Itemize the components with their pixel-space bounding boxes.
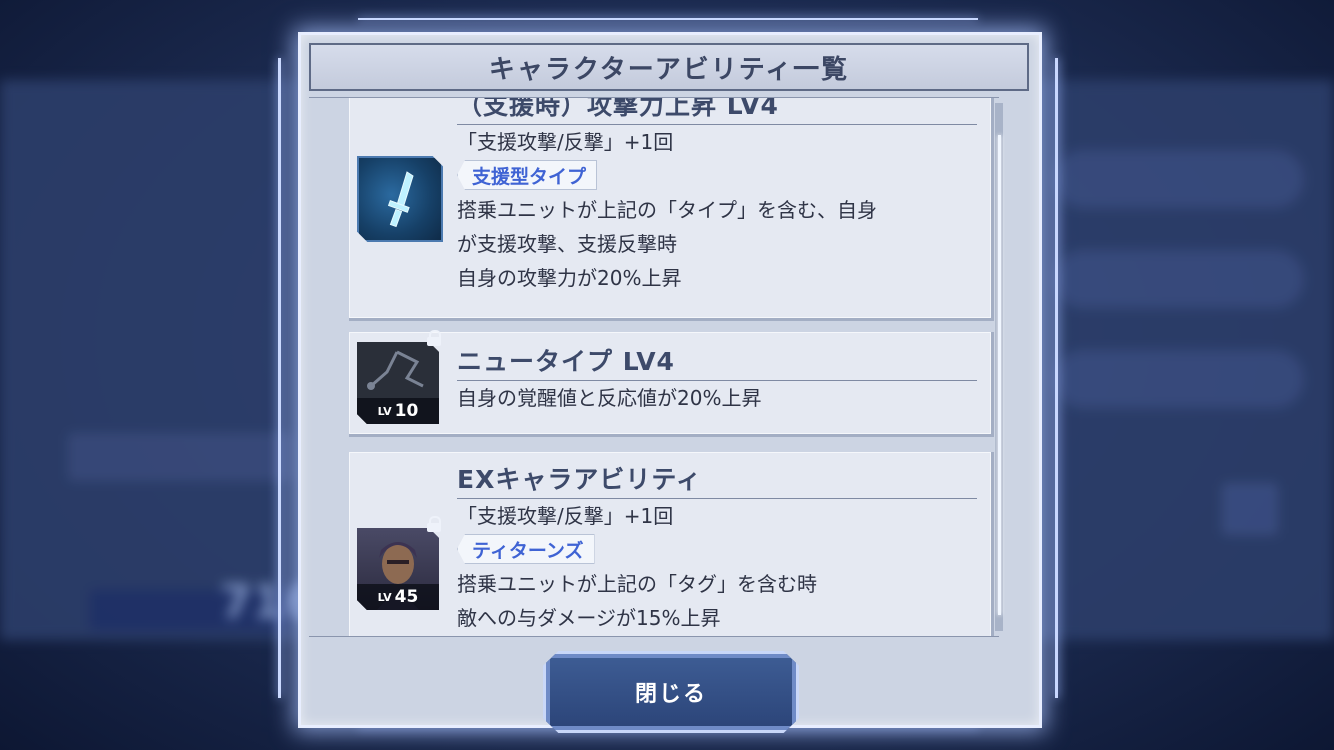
background-right-panel [1034, 80, 1334, 640]
ability-card: （支援時）攻撃力上昇 LV4 「支援攻撃/反撃」+1回 支援型タイプ 搭乗ユニッ… [349, 98, 994, 321]
dialog-title-bar: キャラクターアビリティ一覧 [309, 43, 1029, 91]
background-pill [1054, 150, 1304, 208]
ability-description: 敵への与ダメージが15%上昇 [457, 606, 721, 630]
background-left-panel: 716 [0, 80, 316, 640]
lock-icon [427, 516, 441, 532]
scrollbar-thumb[interactable] [998, 135, 1001, 615]
background-pill [1054, 350, 1304, 408]
unlock-level-badge: LV 10 [357, 398, 439, 424]
ability-description: 自身の攻撃力が20%上昇 [457, 266, 682, 290]
ability-description: 搭乗ユニットが上記の「タグ」を含む時 [457, 572, 817, 596]
ability-effect: 「支援攻撃/反撃」+1回 [457, 504, 674, 528]
ability-description: 搭乗ユニットが上記の「タイプ」を含む、自身 [457, 198, 877, 222]
ability-tag: ティターンズ [457, 534, 595, 564]
ability-tag: 支援型タイプ [457, 160, 598, 190]
ability-card: ニュータイプ LV4 自身の覚醒値と反応値が20%上昇 LV 10 [349, 330, 994, 437]
character-portrait-icon: LV 45 [357, 528, 439, 610]
ability-name: ニュータイプ LV4 [457, 342, 977, 381]
ability-name: （支援時）攻撃力上昇 LV4 [457, 98, 977, 125]
level-value: 10 [394, 401, 419, 421]
ability-effect: 「支援攻撃/反撃」+1回 [457, 130, 674, 154]
background-square [1224, 485, 1276, 533]
newtype-icon: LV 10 [357, 342, 439, 424]
level-prefix: LV [377, 590, 392, 604]
ability-description: 自身の覚醒値と反応値が20%上昇 [457, 386, 762, 410]
ability-list[interactable]: （支援時）攻撃力上昇 LV4 「支援攻撃/反撃」+1回 支援型タイプ 搭乗ユニッ… [309, 97, 999, 637]
background-plate [70, 435, 292, 479]
ability-description: が支援攻撃、支援反撃時 [457, 232, 677, 256]
ability-list-dialog: キャラクターアビリティ一覧 （支援時）攻撃力上昇 LV4 「支援攻撃/反撃」+1… [298, 32, 1042, 733]
lock-icon [427, 330, 441, 346]
ability-name: EXキャラアビリティ [457, 460, 977, 499]
sword-icon [357, 156, 443, 242]
level-value: 45 [394, 587, 419, 607]
close-button[interactable]: 閉じる [543, 651, 799, 733]
close-button-label: 閉じる [634, 682, 707, 707]
background-pill [1054, 250, 1304, 308]
ability-card: EXキャラアビリティ 「支援攻撃/反撃」+1回 ティターンズ 搭乗ユニットが上記… [349, 452, 994, 636]
level-prefix: LV [377, 404, 392, 418]
unlock-level-badge: LV 45 [357, 584, 439, 610]
dialog-title: キャラクターアビリティ一覧 [488, 54, 850, 85]
